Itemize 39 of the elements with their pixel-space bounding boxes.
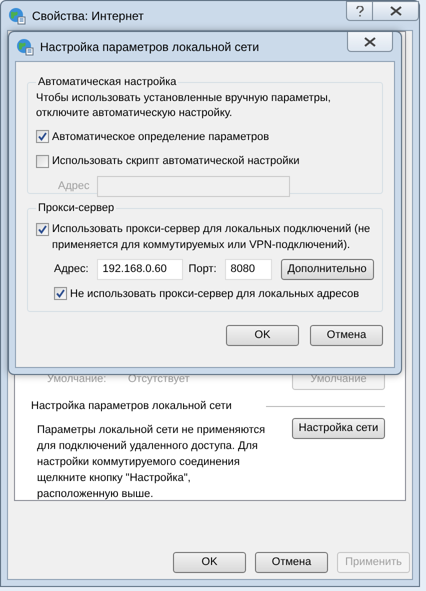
checkbox[interactable] xyxy=(36,130,49,144)
address-label: Адрес xyxy=(58,178,90,194)
default-label: Умолчание: xyxy=(47,372,108,388)
advanced-button[interactable]: Дополнительно xyxy=(280,258,374,280)
close-button[interactable] xyxy=(373,1,419,21)
checkbox-label: Не использовать прокси-сервер для локальных адресов xyxy=(70,286,360,302)
section-heading: Настройка параметров локальной сети xyxy=(31,399,232,414)
lan-description: Параметры локальной сети не применяются для подключений удаленного доступа. Для настройки коммутируемого соединения щелкните кнопку "Настройка", расположенную выше. xyxy=(37,422,266,502)
checkmark-icon xyxy=(56,289,65,298)
close-icon xyxy=(364,36,376,46)
port-label: Порт: xyxy=(188,262,217,277)
lan-settings-button[interactable]: Настройка сети xyxy=(292,418,385,438)
group-title: Прокси-сервер xyxy=(37,201,116,216)
auto-description: Чтобы использовать установленные вручную параметры, отключите автоматическую настройку. xyxy=(36,90,332,120)
checkbox[interactable] xyxy=(36,154,49,168)
dialog-button[interactable]: OK xyxy=(173,552,246,573)
dialog-title: Настройка параметров локальной сети xyxy=(40,38,260,56)
default-value: Отсутствует xyxy=(128,372,190,388)
proxy-address-field[interactable]: 192.168.0.60 xyxy=(96,258,183,280)
port-field[interactable]: 8080 xyxy=(224,258,272,280)
checkbox[interactable] xyxy=(36,222,49,236)
address-label: Адрес: xyxy=(54,262,89,277)
checkbox-label: Использовать скрипт автоматической настройки xyxy=(52,154,300,169)
checkbox-label: Использовать прокси-сервер для локальных подключений (не применяется для коммутируемых или VPN-подключений). xyxy=(52,222,372,252)
dialog-button[interactable]: Отмена xyxy=(310,325,383,346)
close-icon xyxy=(390,6,402,16)
checkmark-icon xyxy=(38,224,47,234)
globe-icon xyxy=(16,38,34,56)
dialog-button[interactable]: OK xyxy=(226,325,299,346)
checkbox-label: Автоматическое определение параметров xyxy=(52,130,270,144)
checkbox[interactable] xyxy=(54,287,67,300)
close-button[interactable] xyxy=(347,32,393,52)
help-icon xyxy=(356,6,364,16)
help-button[interactable] xyxy=(346,1,373,21)
checkmark-icon xyxy=(38,132,47,142)
window-title: Свойства: Интернет xyxy=(32,8,144,24)
dialog-button[interactable]: Отмена xyxy=(255,552,328,573)
group-title: Автоматическая настройка xyxy=(37,75,178,90)
globe-icon xyxy=(8,6,26,24)
